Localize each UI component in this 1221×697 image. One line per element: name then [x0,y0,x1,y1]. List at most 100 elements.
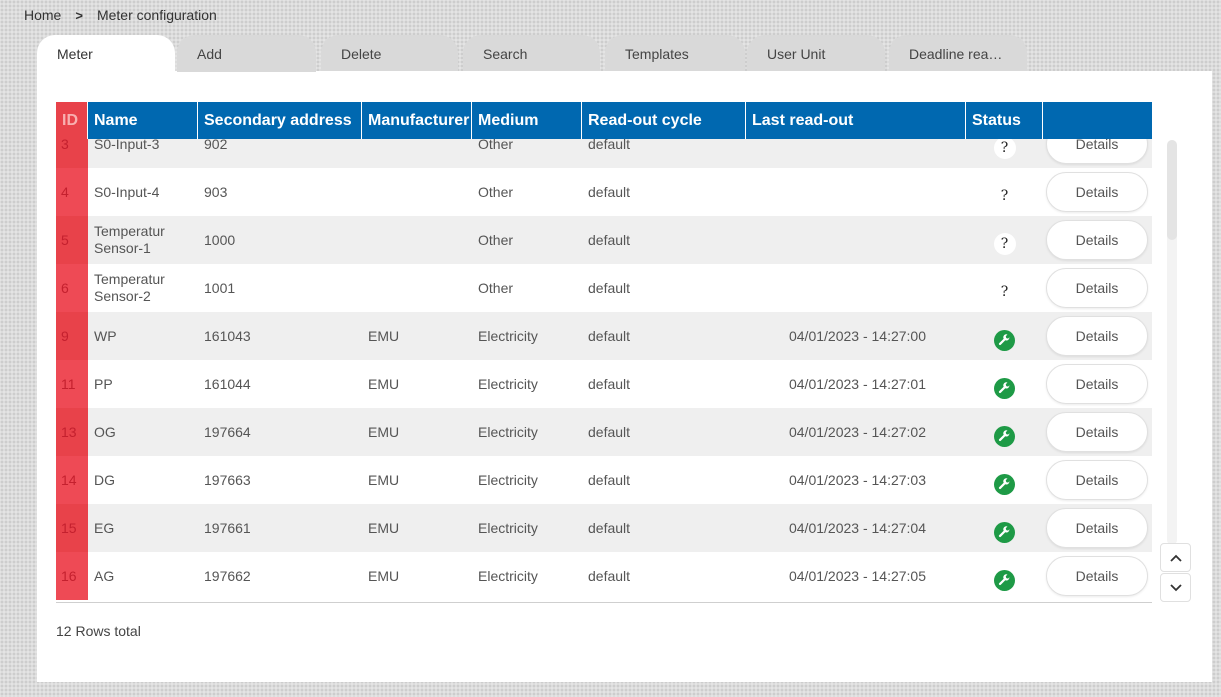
cell-readout-cycle: default [588,375,631,392]
wrench-icon[interactable] [994,473,1015,495]
cell-actions: Details [1043,168,1152,216]
breadcrumb-home[interactable]: Home [24,7,61,23]
cell-secondary-address: 197664 [204,423,251,440]
wrench-icon[interactable] [994,425,1015,447]
cell-name: Temperatur Sensor-2 [94,271,165,304]
table-row[interactable]: 9 WP 161043 EMU Electricity default 04/01/2023… [56,312,1152,360]
column-header-id[interactable]: ID [56,102,88,139]
question-icon: ? [993,185,1016,207]
cell-medium: Electricity [478,567,538,584]
column-header-last-readout[interactable]: Last read-out [746,102,966,139]
scrollbar-track[interactable] [1167,140,1177,545]
cell-id: 16 [56,552,88,600]
wrench-icon[interactable] [994,377,1015,399]
cell-actions: Details [1043,552,1152,600]
rows-total: 12 Rows total [56,623,141,639]
cell-medium: Electricity [478,471,538,488]
cell-id: 3 [56,139,88,168]
column-header-manufacturer[interactable]: Manufacturer [362,102,472,139]
scroll-up-button[interactable] [1160,543,1191,572]
column-header-name[interactable]: Name [88,102,198,139]
tab-user-unit[interactable]: User Unit [747,35,885,72]
breadcrumb: Home > Meter configuration [24,6,217,24]
cell-manufacturer: EMU [368,375,400,392]
meter-table: ID Name Secondary address Manufacturer M… [56,102,1152,603]
table-row[interactable]: 4 S0-Input-4 903 Other default? Details [56,168,1152,216]
column-header-readout-cycle[interactable]: Read-out cycle [582,102,746,139]
cell-actions: Details [1043,312,1152,360]
cell-secondary-address: 197662 [204,567,251,584]
wrench-glyph [998,429,1010,441]
cell-actions: Details [1043,264,1152,312]
wrench-glyph [998,573,1010,585]
cell-actions: Details [1043,360,1152,408]
table-row[interactable]: 6 Temperatur Sensor-2 1001 Other default? Det… [56,264,1152,312]
cell-status: ? [966,264,1043,312]
cell-actions: Details [1043,408,1152,456]
tab-templates[interactable]: Templates [605,35,745,72]
wrench-icon[interactable] [994,521,1015,543]
tab-add[interactable]: Add [177,35,316,72]
scrollbar-thumb[interactable] [1167,140,1177,240]
table-row[interactable]: 5 Temperatur Sensor-1 1000 Other default? Det… [56,216,1152,264]
cell-actions: Details [1043,456,1152,504]
cell-secondary-address: 197661 [204,519,251,536]
content-panel: ID Name Secondary address Manufacturer M… [37,71,1212,682]
column-header-secondary-address[interactable]: Secondary address [198,102,362,139]
details-button[interactable]: Details [1046,139,1148,164]
details-button[interactable]: Details [1046,172,1148,212]
table-row[interactable]: 11 PP 161044 EMU Electricity default 04/01/202… [56,360,1152,408]
table-row[interactable]: 13 OG 197664 EMU Electricity default 04/01/202… [56,408,1152,456]
table-row[interactable]: 16 AG 197662 EMU Electricity default 04/01/202… [56,552,1152,600]
breadcrumb-separator: > [75,7,83,23]
table-row[interactable]: 14 DG 197663 EMU Electricity default 04/01/202… [56,456,1152,504]
details-button[interactable]: Details [1046,220,1148,260]
column-header-medium[interactable]: Medium [472,102,582,139]
cell-name: AG [94,567,115,584]
cell-id: 4 [56,168,88,216]
details-button[interactable]: Details [1046,508,1148,548]
cell-readout-cycle: default [588,327,631,344]
details-button[interactable]: Details [1046,268,1148,308]
tab-deadline-readout[interactable]: Deadline rea… [889,35,1027,72]
cell-medium: Electricity [478,375,538,392]
table-body[interactable]: 3 S0-Input-3 902 Other default? Details 4 S0-In… [56,139,1152,602]
wrench-glyph [998,525,1010,537]
cell-id: 6 [56,264,88,312]
cell-secondary-address: 161044 [204,375,251,392]
column-header-status[interactable]: Status [966,102,1043,139]
details-button[interactable]: Details [1046,364,1148,404]
cell-last-readout [746,216,966,264]
cell-actions: Details [1043,139,1152,168]
table-rows: 3 S0-Input-3 902 Other default? Details 4 S0-In… [56,139,1152,600]
cell-last-readout [746,168,966,216]
cell-manufacturer [362,168,472,216]
cell-readout-cycle: default [588,567,631,584]
wrench-icon[interactable] [994,329,1015,351]
cell-status: ? [966,139,1043,168]
wrench-icon[interactable] [994,569,1015,591]
cell-readout-cycle: default [588,231,631,248]
tab-delete[interactable]: Delete [321,35,458,72]
table-row[interactable]: 3 S0-Input-3 902 Other default? Details [56,139,1152,168]
cell-id: 11 [56,360,88,408]
chevron-down-icon [1169,583,1182,591]
tab-search[interactable]: Search [463,35,600,72]
tab-meter[interactable]: Meter [37,35,175,72]
cell-readout-cycle: default [588,183,631,200]
cell-medium: Other [478,139,514,152]
cell-secondary-address: 1000 [204,231,236,248]
cell-name: DG [94,471,115,488]
details-button[interactable]: Details [1046,412,1148,452]
cell-secondary-address: 903 [204,183,228,200]
cell-secondary-address: 1001 [204,279,236,296]
details-button[interactable]: Details [1046,316,1148,356]
cell-status [966,504,1043,552]
details-button[interactable]: Details [1046,460,1148,500]
scroll-down-button[interactable] [1160,573,1191,602]
details-button[interactable]: Details [1046,556,1148,596]
cell-name: WP [94,327,117,344]
cell-readout-cycle: default [588,423,631,440]
table-row[interactable]: 15 EG 197661 EMU Electricity default 04/01/202… [56,504,1152,552]
cell-status [966,456,1043,504]
